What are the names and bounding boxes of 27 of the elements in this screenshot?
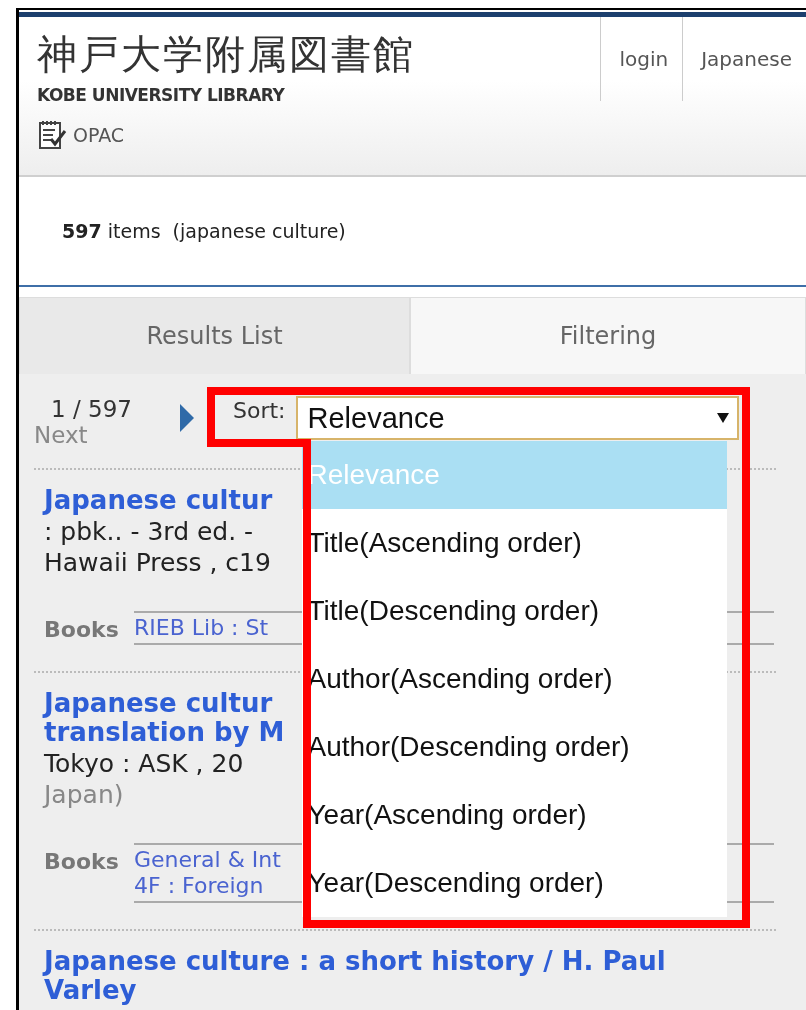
result-detail: Hawaii Press , c19 [44,548,271,577]
notepad-icon [37,119,69,151]
sort-select[interactable]: Relevance [295,396,739,440]
result-summary: 597 items (japanese culture) [19,177,806,287]
material-type: Books [44,616,120,642]
material-type: Books [44,848,120,874]
result-title[interactable]: Japanese culture : a short history / H. Paul Varley [44,947,666,1005]
library-subtitle: KOBE UNIVERSITY LIBRARY [37,85,286,105]
next-arrow-icon[interactable] [180,404,194,432]
sort-label: Sort: [233,397,286,423]
library-title: 神戸大学附属図書館 [37,30,416,79]
service-name: OPAC [73,124,125,146]
caret-icon [716,413,729,423]
nav-link[interactable]: login [600,17,683,101]
nav-link[interactable]: Japanese [682,17,806,101]
next-link[interactable]: Next [34,422,180,448]
location-link[interactable]: General & Int [134,847,281,873]
result-detail: Japan) [44,780,124,809]
result-title[interactable]: Japanese cultur translation by M [44,689,285,747]
tab[interactable]: Filtering [410,297,806,374]
location-link[interactable]: RIEB Lib : St [134,615,269,641]
page-position: 1 / 597 [51,396,133,422]
tab[interactable]: Results List [19,297,411,374]
location-link[interactable]: 4F : Foreign [134,873,264,899]
result-title[interactable]: Japanese cultur [44,486,273,515]
result-detail: : pbk.. - 3rd ed. - [44,517,254,546]
result-detail: Tokyo : ASK , 20 [44,749,244,778]
